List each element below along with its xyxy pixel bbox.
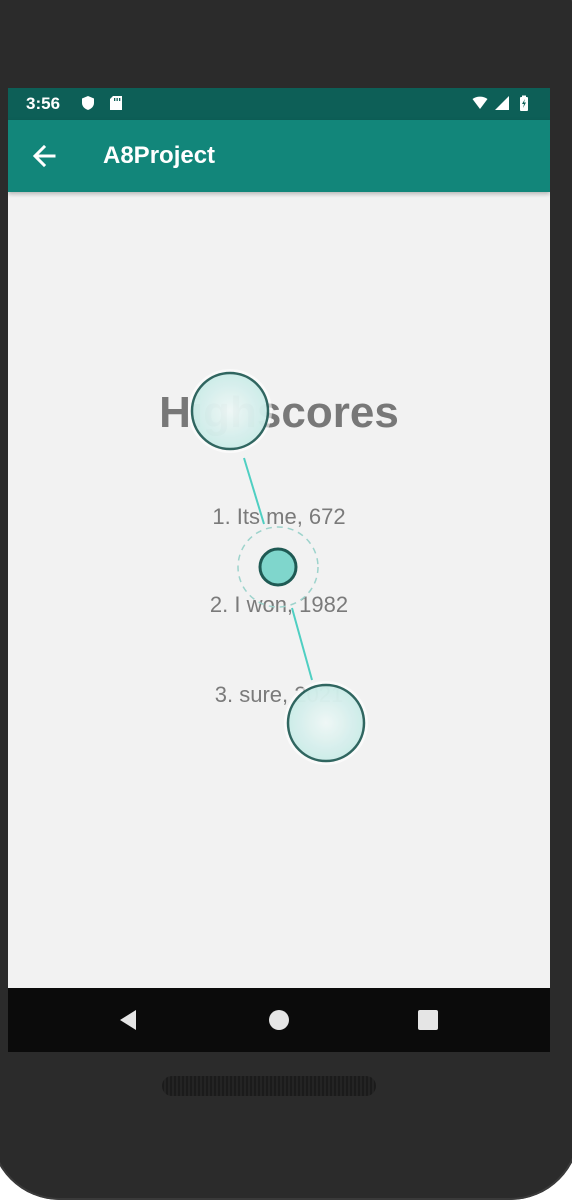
back-triangle-icon[interactable] xyxy=(112,1004,144,1036)
recents-square-icon[interactable] xyxy=(412,1004,444,1036)
shield-icon xyxy=(82,96,94,110)
battery-charging-icon xyxy=(520,95,528,111)
sd-card-icon xyxy=(110,96,122,110)
score-item: 2. I won, 1982 xyxy=(209,592,349,617)
cell-signal-icon xyxy=(495,96,509,110)
bottom-speaker xyxy=(162,1076,376,1096)
navigation-bar xyxy=(8,988,550,1052)
score-item: 1. Its me, 672 xyxy=(212,504,346,529)
highscores-content: Highscores 1. Its me, 672 2. I won, 1982… xyxy=(8,192,550,988)
page-title: Highscores xyxy=(159,388,399,437)
status-time: 3:56 xyxy=(26,94,61,113)
score-item: 3. sure, 2021 xyxy=(214,682,344,707)
app-bar: A8Project xyxy=(8,120,550,192)
status-bar: 3:56 xyxy=(8,88,550,120)
app-title: A8Project xyxy=(103,142,216,169)
home-circle-icon[interactable] xyxy=(263,1004,295,1036)
phone-screen: 3:56 A8Project Highscores 1. Its me, 672… xyxy=(8,88,550,1052)
wifi-icon xyxy=(472,96,488,109)
arrow-back-icon[interactable] xyxy=(26,138,62,174)
